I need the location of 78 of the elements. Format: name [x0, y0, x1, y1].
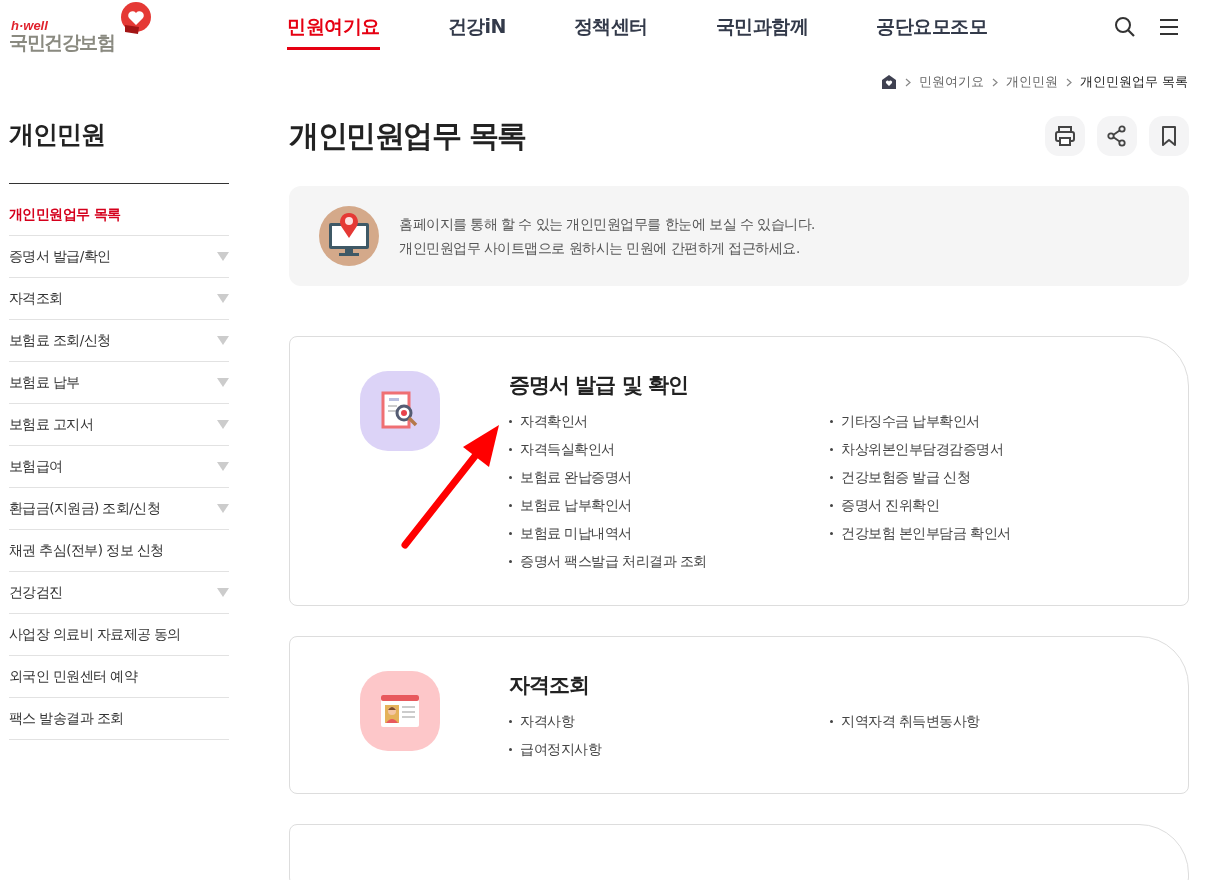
- bullet-icon: [509, 559, 512, 563]
- home-icon[interactable]: [881, 74, 897, 90]
- sidebar-item[interactable]: 보험급여: [9, 446, 229, 488]
- service-link[interactable]: 건강보험 본인부담금 확인서: [830, 519, 1151, 547]
- triangle-down-icon: [217, 462, 229, 471]
- service-link[interactable]: 자격사항: [509, 707, 830, 735]
- sidebar-item[interactable]: 자격조회: [9, 278, 229, 320]
- bullet-icon: [509, 503, 512, 507]
- sidebar-item[interactable]: 팩스 발송결과 조회: [9, 698, 229, 740]
- sidebar-title: 개인민원: [9, 119, 106, 151]
- nav-tab[interactable]: 민원여기요: [287, 0, 380, 50]
- nav-tab[interactable]: 정책센터: [573, 0, 648, 50]
- sidebar-item[interactable]: 증명서 발급/확인: [9, 236, 229, 278]
- breadcrumb-link[interactable]: 개인민원업무 목록: [1080, 73, 1188, 91]
- sidebar-item[interactable]: 보험료 납부: [9, 362, 229, 404]
- info-text: 홈페이지를 통해 할 수 있는 개인민원업무를 한눈에 보실 수 있습니다. 개인민원업무 사이트맵으로 원하시는 민원에 간편하게 접근하세요.: [399, 215, 815, 258]
- triangle-down-icon: [217, 252, 229, 261]
- triangle-down-icon: [217, 336, 229, 345]
- service-link[interactable]: 자격확인서: [509, 407, 830, 435]
- share-icon: [1106, 125, 1128, 147]
- sidebar-item[interactable]: 개인민원업무 목록: [9, 194, 229, 236]
- card-title: 증명서 발급 및 확인: [509, 372, 689, 399]
- document-magnifier-icon: [360, 371, 440, 451]
- sidebar-item[interactable]: 채권 추심(전부) 정보 신청: [9, 530, 229, 572]
- breadcrumb-link[interactable]: 개인민원: [1006, 73, 1058, 91]
- bullet-icon: [830, 475, 833, 479]
- id-card-icon: [360, 671, 440, 751]
- service-link[interactable]: 지역자격 취득변동사항: [830, 707, 1151, 735]
- bookmark-button[interactable]: [1149, 116, 1189, 156]
- nav-tab[interactable]: 공단요모조모: [876, 0, 988, 50]
- service-link[interactable]: 증명서 진위확인: [830, 491, 1151, 519]
- chevron-icon: [905, 77, 911, 87]
- print-button[interactable]: [1045, 116, 1085, 156]
- nav-tab[interactable]: 국민과함께: [715, 0, 809, 50]
- chevron-icon: [1066, 77, 1072, 87]
- card-title: 자격조회: [509, 672, 590, 699]
- bullet-icon: [509, 719, 512, 723]
- nav-tab[interactable]: 건강iN: [447, 0, 506, 50]
- service-link[interactable]: 건강보험증 발급 신청: [830, 463, 1151, 491]
- service-link[interactable]: 급여정지사항: [509, 735, 830, 763]
- sidebar-item[interactable]: 보험료 고지서: [9, 404, 229, 446]
- sidebar-item[interactable]: 환급금(지원금) 조회/신청: [9, 488, 229, 530]
- triangle-down-icon: [217, 420, 229, 429]
- share-button[interactable]: [1097, 116, 1137, 156]
- menu-icon[interactable]: [1158, 16, 1180, 38]
- bullet-icon: [830, 419, 833, 423]
- bullet-icon: [509, 747, 512, 751]
- service-link[interactable]: 기타징수금 납부확인서: [830, 407, 1151, 435]
- sidebar-item[interactable]: 보험료 조회/신청: [9, 320, 229, 362]
- sidebar-item[interactable]: 사업장 의료비 자료제공 동의: [9, 614, 229, 656]
- bullet-icon: [830, 503, 833, 507]
- service-link[interactable]: 증명서 팩스발급 처리결과 조회: [509, 547, 830, 575]
- bullet-icon: [830, 719, 833, 723]
- triangle-down-icon: [217, 504, 229, 513]
- service-link[interactable]: 차상위본인부담경감증명서: [830, 435, 1151, 463]
- service-link[interactable]: 자격득실확인서: [509, 435, 830, 463]
- monitor-pin-icon: [319, 206, 379, 266]
- bullet-icon: [509, 447, 512, 451]
- chevron-icon: [992, 77, 998, 87]
- bullet-icon: [830, 531, 833, 535]
- bullet-icon: [509, 419, 512, 423]
- bullet-icon: [509, 531, 512, 535]
- service-link[interactable]: 보험료 완납증명서: [509, 463, 830, 491]
- sidebar-item[interactable]: 외국인 민원센터 예약: [9, 656, 229, 698]
- search-icon[interactable]: [1114, 16, 1136, 38]
- triangle-down-icon: [217, 378, 229, 387]
- breadcrumb-link[interactable]: 민원여기요: [919, 73, 984, 91]
- print-icon: [1054, 125, 1076, 147]
- sidebar-item[interactable]: 건강검진: [9, 572, 229, 614]
- page-title: 개인민원업무 목록: [289, 116, 526, 155]
- service-link[interactable]: 보험료 납부확인서: [509, 491, 830, 519]
- bullet-icon: [830, 447, 833, 451]
- bullet-icon: [509, 475, 512, 479]
- service-link[interactable]: 보험료 미납내역서: [509, 519, 830, 547]
- triangle-down-icon: [217, 588, 229, 597]
- logo-text: 국민건강보험: [9, 30, 114, 55]
- logo-tagline: h·well: [11, 18, 48, 33]
- triangle-down-icon: [217, 294, 229, 303]
